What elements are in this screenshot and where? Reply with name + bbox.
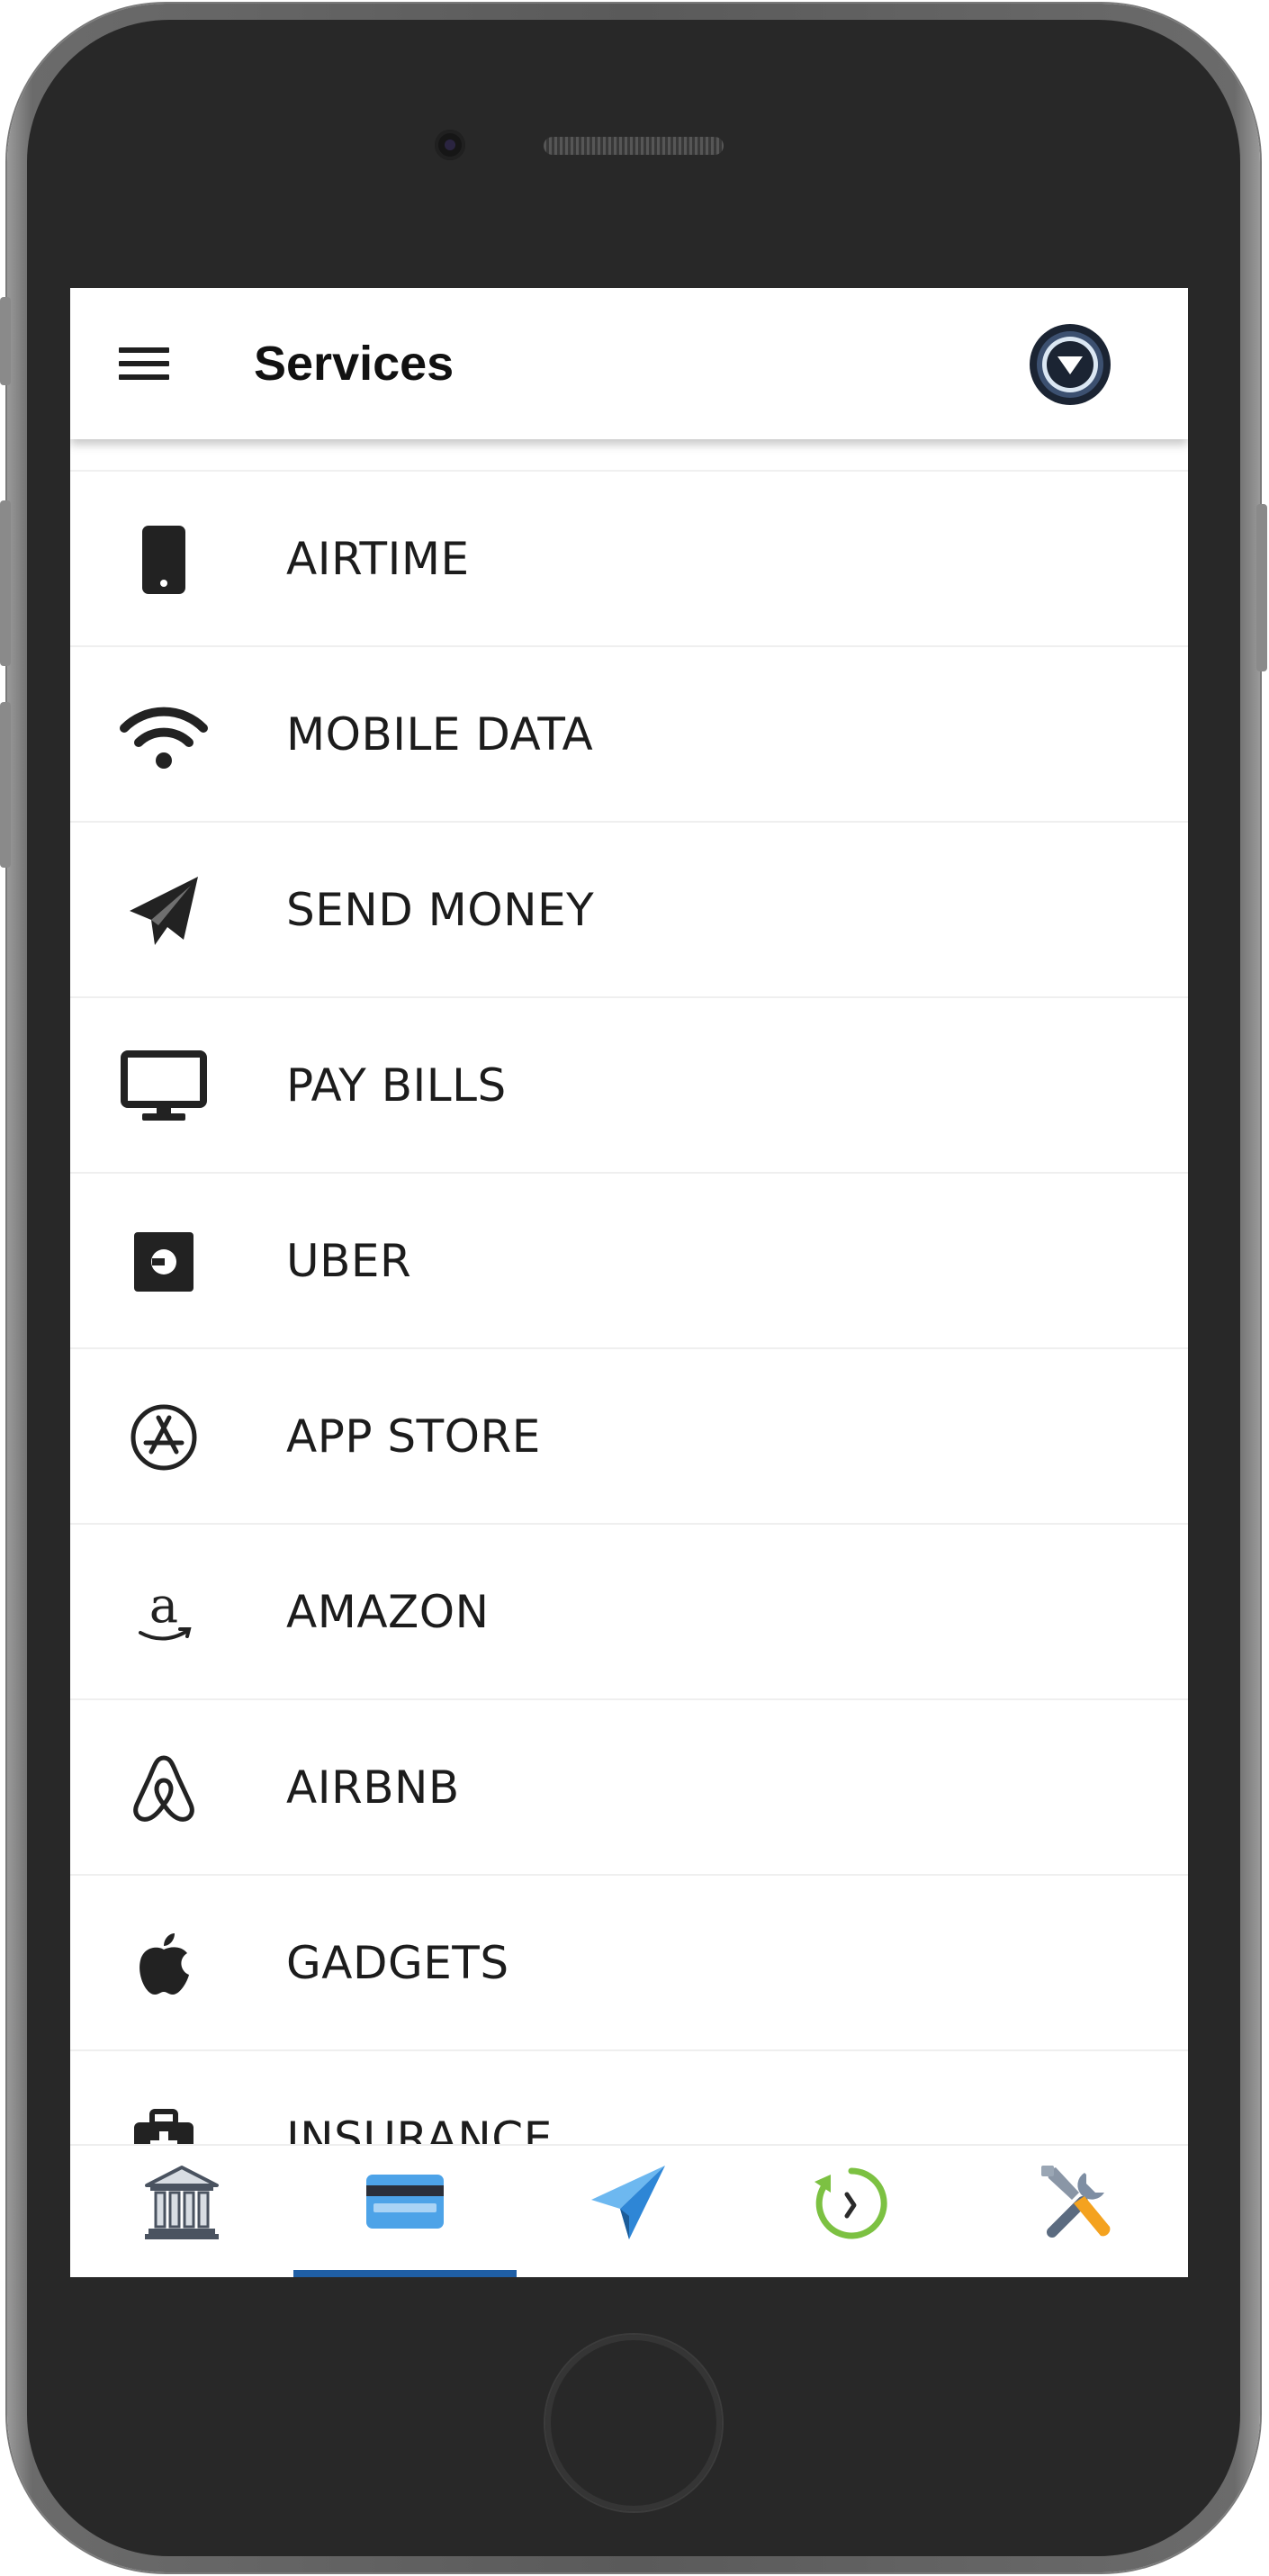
paper-plane-icon — [119, 866, 209, 956]
list-item-label: PAY BILLS — [286, 1059, 507, 1112]
bottom-navigation — [70, 2144, 1188, 2277]
list-item-label: GADGETS — [286, 1937, 509, 1989]
paper-plane-icon — [591, 2166, 665, 2239]
list-item-airbnb[interactable]: AIRBNB — [70, 1700, 1188, 1876]
profile-dropdown-icon[interactable] — [1028, 322, 1112, 407]
list-item-label: UBER — [286, 1235, 412, 1287]
uber-icon — [119, 1217, 209, 1307]
volume-down-button — [0, 702, 11, 868]
airbnb-icon — [119, 1743, 209, 1833]
list-item-mobile-data[interactable]: MOBILE DATA — [70, 647, 1188, 823]
page-title: Services — [254, 337, 454, 391]
list-item-uber[interactable]: UBER — [70, 1174, 1188, 1349]
tools-icon — [1041, 2166, 1111, 2238]
bank-icon — [145, 2166, 219, 2239]
list-item-label: SEND MONEY — [286, 884, 595, 936]
list-item-airtime[interactable]: AIRTIME — [70, 472, 1188, 647]
monitor-icon — [119, 1041, 209, 1131]
svg-text:a: a — [149, 1577, 178, 1634]
list-item-label: AMAZON — [286, 1586, 490, 1638]
earpiece-speaker — [544, 137, 724, 155]
active-tab-indicator — [293, 2270, 517, 2277]
app-bar: Services — [70, 288, 1188, 439]
hamburger-menu-icon[interactable] — [119, 344, 169, 383]
nav-cards[interactable] — [293, 2146, 517, 2277]
mute-switch — [0, 297, 11, 385]
nav-settings[interactable] — [963, 2146, 1186, 2277]
list-item-label: MOBILE DATA — [286, 708, 594, 761]
nav-history[interactable] — [740, 2146, 963, 2277]
amazon-icon: a — [119, 1568, 209, 1658]
home-button[interactable] — [545, 2335, 722, 2511]
list-item-label: AIRTIME — [286, 533, 470, 585]
app-screen: Services AIRTIME MOBILE DATA SEND MONEY … — [70, 288, 1188, 2277]
list-item-pay-bills[interactable]: PAY BILLS — [70, 998, 1188, 1174]
services-list: AIRTIME MOBILE DATA SEND MONEY PAY BILLS… — [70, 470, 1188, 2227]
volume-up-button — [0, 500, 11, 666]
front-camera — [435, 130, 465, 160]
list-item-gadgets[interactable]: GADGETS — [70, 1876, 1188, 2051]
nav-send[interactable] — [517, 2146, 740, 2277]
list-item-app-store[interactable]: APP STORE — [70, 1349, 1188, 1525]
power-button — [1256, 504, 1267, 671]
credit-card-icon — [366, 2175, 444, 2229]
list-item-label: AIRBNB — [286, 1761, 460, 1814]
list-item-amazon[interactable]: a AMAZON — [70, 1525, 1188, 1700]
app-store-icon — [119, 1392, 209, 1482]
nav-bank[interactable] — [70, 2146, 293, 2277]
smartphone-icon — [119, 515, 209, 605]
history-icon — [814, 2167, 887, 2239]
wifi-icon — [119, 690, 209, 780]
list-item-send-money[interactable]: SEND MONEY — [70, 823, 1188, 998]
apple-icon — [119, 1919, 209, 2009]
list-item-label: APP STORE — [286, 1410, 541, 1463]
